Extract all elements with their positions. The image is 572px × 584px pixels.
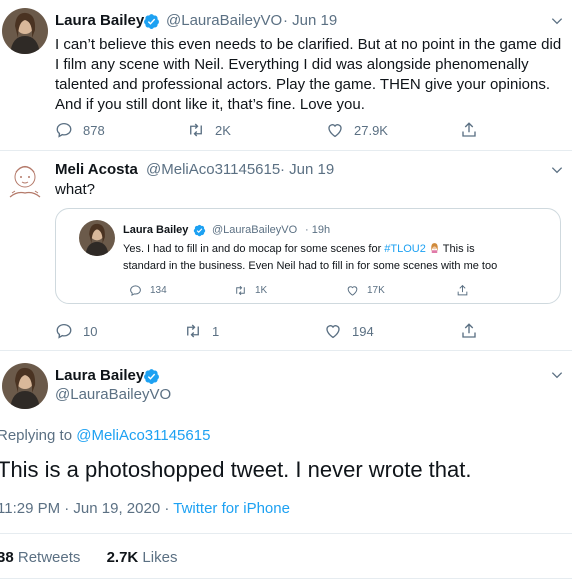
tweet-timestamp[interactable]: 11:29 PM · Jun 19, 2020 · <box>0 500 169 517</box>
emoji-icon <box>429 242 440 253</box>
like-button[interactable]: 194 <box>324 322 374 340</box>
reply-icon <box>56 323 72 339</box>
tweet-date[interactable]: · Jun 19 <box>280 161 334 178</box>
avatar-photo <box>79 220 115 256</box>
divider <box>0 533 572 534</box>
retweet-icon <box>236 285 245 296</box>
chevron-down-icon[interactable] <box>550 163 564 182</box>
retweet-count: 2K <box>215 122 231 138</box>
chevron-down-icon[interactable] <box>550 368 564 387</box>
reply-count: 134 <box>150 285 167 296</box>
author-name[interactable]: Laura Bailey <box>55 12 144 29</box>
like-count: 194 <box>352 323 374 339</box>
reply-icon <box>130 285 141 296</box>
like-icon <box>347 286 358 296</box>
avatar-photo <box>2 8 48 54</box>
tweet-line: And if you still dont like it, that’s fi… <box>55 96 365 113</box>
quoted-share-button[interactable] <box>456 284 469 297</box>
like-icon <box>328 124 342 138</box>
avatar[interactable] <box>2 363 48 409</box>
author-name[interactable]: Meli Acosta <box>55 161 138 178</box>
like-count: 27.9K <box>354 122 388 138</box>
tweet-client-link[interactable]: Twitter for iPhone <box>173 500 290 517</box>
retweet-count: 1K <box>255 285 268 296</box>
tweet-line: talented and professional actors. Play t… <box>55 76 550 93</box>
share-button[interactable] <box>460 322 478 340</box>
avatar-drawing <box>9 165 41 198</box>
retweet-button[interactable]: 1 <box>184 322 219 340</box>
quoted-date: · 19h <box>305 224 331 236</box>
quoted-like-button[interactable]: 17K <box>346 284 385 297</box>
like-count: 17K <box>367 285 385 296</box>
replying-to-label: Replying to <box>0 427 77 444</box>
retweet-count: 1 <box>212 323 220 339</box>
share-button[interactable] <box>460 121 478 139</box>
hashtag-link[interactable]: #TLOU2 <box>384 243 426 255</box>
divider <box>0 150 572 151</box>
quoted-retweet-button[interactable]: 1K <box>234 284 267 297</box>
author-handle[interactable]: @LauraBaileyVO <box>55 386 171 403</box>
quoted-reply-button[interactable]: 134 <box>129 284 167 297</box>
retweets-stat[interactable]: 38 Retweets <box>0 549 85 566</box>
retweet-icon <box>187 324 199 338</box>
avatar[interactable] <box>2 157 48 203</box>
engagement-stats: 38 Retweets 2.7K Likes <box>0 549 177 566</box>
share-icon <box>462 323 476 338</box>
reply-count: 10 <box>83 323 98 339</box>
reply-button[interactable]: 878 <box>55 121 105 139</box>
share-icon <box>462 122 476 137</box>
replying-to-link[interactable]: @MeliAco31145615 <box>76 427 210 444</box>
likes-label: Likes <box>142 549 178 566</box>
like-button[interactable]: 27.9K <box>326 121 388 139</box>
share-icon <box>457 284 468 296</box>
reply-button[interactable]: 10 <box>55 322 97 340</box>
tweet-text: what? <box>55 181 96 198</box>
chevron-down-icon[interactable] <box>550 14 564 33</box>
avatar[interactable] <box>2 8 48 54</box>
replying-to: Replying to @MeliAco31145615 <box>0 427 210 444</box>
quoted-text-part: This is <box>439 243 475 255</box>
quoted-text-part: Yes. I had to fill in and do mocap for s… <box>123 243 385 255</box>
author-handle[interactable]: @LauraBaileyVO <box>166 12 282 29</box>
retweet-button[interactable]: 2K <box>187 121 231 139</box>
tweet-meta: 11:29 PM · Jun 19, 2020 · Twitter for iP… <box>0 500 290 517</box>
tweet-line: I film any scene with Neil. Everything I… <box>55 56 529 73</box>
divider <box>0 350 572 351</box>
retweets-count: 38 <box>0 549 14 566</box>
reply-count: 878 <box>83 122 105 138</box>
author-handle[interactable]: @MeliAco31145615 <box>146 161 280 178</box>
verified-badge-icon <box>193 224 206 237</box>
quoted-author-handle: @LauraBaileyVO <box>212 224 298 236</box>
likes-stat[interactable]: 2.7K Likes <box>107 549 178 566</box>
tweet-date[interactable]: · Jun 19 <box>283 12 337 29</box>
reply-icon <box>56 122 72 138</box>
author-name[interactable]: Laura Bailey <box>55 367 144 384</box>
tweet-line: I can’t believe this even needs to be cl… <box>55 36 562 53</box>
retweet-icon <box>190 123 202 137</box>
retweets-label: Retweets <box>17 549 81 566</box>
likes-count: 2.7K <box>106 549 139 566</box>
quoted-text-line: standard in the business. Even Neil had … <box>123 260 498 272</box>
tweet-text: I can’t believe this even needs to be cl… <box>55 35 565 115</box>
like-icon <box>326 325 340 339</box>
divider <box>0 578 572 579</box>
quoted-author-name: Laura Bailey <box>123 224 189 236</box>
tweet-text: This is a photoshopped tweet. I never wr… <box>0 457 472 482</box>
verified-badge-icon <box>143 368 160 385</box>
quoted-text: Yes. I had to fill in and do mocap for s… <box>123 241 557 275</box>
verified-badge-icon <box>143 13 160 30</box>
avatar-photo <box>2 363 48 409</box>
avatar <box>79 220 115 256</box>
